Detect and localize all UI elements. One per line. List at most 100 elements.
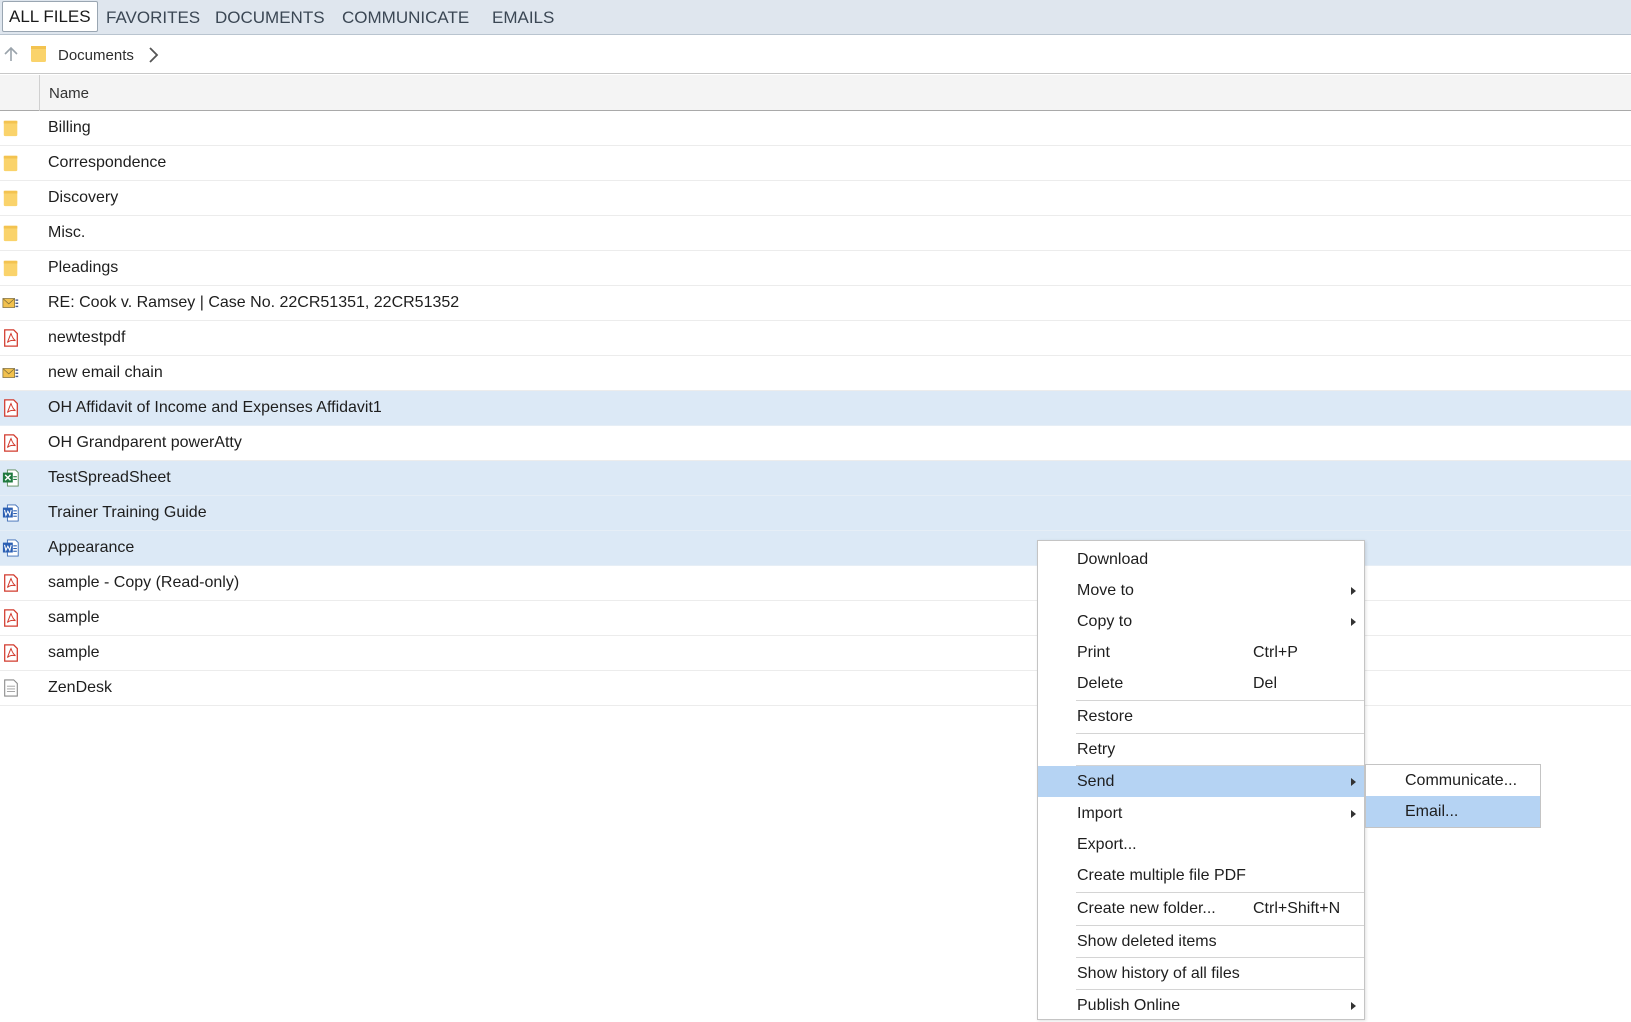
menu-item-label: Export... — [1077, 836, 1137, 853]
breadcrumb-folder-documents[interactable]: Documents — [58, 47, 134, 64]
file-row[interactable]: RE: Cook v. Ramsey | Case No. 22CR51351,… — [0, 286, 1631, 321]
file-row[interactable]: Appearance — [0, 531, 1631, 566]
email-file-icon — [2, 368, 19, 378]
menu-item-label: Show history of all files — [1077, 965, 1240, 982]
menu-item-label: Import — [1077, 805, 1123, 822]
file-row[interactable]: Pleadings — [0, 251, 1631, 286]
file-list: Billing Correspondence Discovery Misc. Plead… — [0, 111, 1631, 706]
tab-favorites[interactable]: FAVORITES — [100, 1, 206, 32]
menu-item-export[interactable]: Export... — [1038, 829, 1364, 860]
menu-shortcut: Del — [1253, 675, 1278, 692]
file-name: new email chain — [48, 364, 163, 381]
file-name: Misc. — [48, 224, 86, 241]
file-row[interactable]: Correspondence — [0, 146, 1631, 181]
file-row[interactable]: sample - Copy (Read-only) — [0, 566, 1631, 601]
menu-item-label: Email... — [1405, 803, 1459, 820]
send-submenu: Communicate... Email... — [1365, 764, 1541, 828]
menu-item-move-to[interactable]: Move to — [1038, 575, 1364, 606]
tab-communicate[interactable]: COMMUNICATE — [336, 1, 475, 32]
menu-item-label: Communicate... — [1405, 772, 1518, 789]
submenu-item-communicate[interactable]: Communicate... — [1366, 765, 1540, 796]
menu-item-label: Show deleted items — [1077, 933, 1217, 950]
folder-icon — [3, 120, 18, 137]
menu-item-restore[interactable]: Restore — [1038, 701, 1364, 732]
menu-item-copy-to[interactable]: Copy to — [1038, 606, 1364, 637]
word-file-icon — [2, 504, 19, 522]
menu-shortcut: Ctrl+P — [1253, 644, 1298, 661]
submenu-arrow-icon — [1351, 1002, 1356, 1010]
file-name: sample — [48, 609, 100, 626]
file-name: RE: Cook v. Ramsey | Case No. 22CR51351,… — [48, 294, 460, 311]
pdf-file-icon — [4, 434, 18, 452]
file-name: Appearance — [48, 539, 135, 556]
file-row[interactable]: OH Affidavit of Income and Expenses Affi… — [0, 391, 1631, 426]
folder-icon — [3, 260, 18, 277]
file-row[interactable]: Billing — [0, 111, 1631, 146]
file-name: sample - Copy (Read-only) — [48, 574, 240, 591]
chevron-right-icon[interactable] — [147, 45, 159, 65]
file-row[interactable]: TestSpreadSheet — [0, 461, 1631, 496]
file-name: TestSpreadSheet — [48, 469, 171, 486]
menu-item-create-folder[interactable]: Create new folder... Ctrl+Shift+N — [1038, 893, 1364, 924]
menu-item-label: Restore — [1077, 708, 1134, 725]
file-row[interactable]: Discovery — [0, 181, 1631, 216]
email-file-icon — [2, 298, 19, 308]
menu-item-print[interactable]: Print Ctrl+P — [1038, 637, 1364, 668]
column-header-name[interactable]: Name — [49, 85, 89, 102]
pdf-file-icon — [4, 399, 18, 417]
file-row[interactable]: ZenDesk — [0, 671, 1631, 706]
tab-documents[interactable]: DOCUMENTS — [209, 1, 331, 32]
column-divider — [39, 75, 40, 111]
menu-item-label: Copy to — [1077, 613, 1133, 630]
file-row[interactable]: new email chain — [0, 356, 1631, 391]
column-header: Name — [0, 75, 1631, 111]
menu-item-show-history[interactable]: Show history of all files — [1038, 958, 1364, 989]
folder-icon — [3, 190, 18, 207]
pdf-file-icon — [4, 329, 18, 347]
word-file-icon — [2, 539, 19, 557]
menu-item-import[interactable]: Import — [1038, 798, 1364, 829]
file-name: Trainer Training Guide — [48, 504, 207, 521]
file-name: sample — [48, 644, 100, 661]
file-name: OH Grandparent powerAtty — [48, 434, 242, 451]
file-name: OH Affidavit of Income and Expenses Affi… — [48, 399, 382, 416]
submenu-item-email[interactable]: Email... — [1366, 796, 1540, 827]
submenu-arrow-icon — [1351, 778, 1356, 786]
menu-item-label: Publish Online — [1077, 997, 1181, 1014]
tab-emails[interactable]: EMAILS — [486, 1, 560, 32]
menu-item-retry[interactable]: Retry — [1038, 734, 1364, 765]
file-row[interactable]: Trainer Training Guide — [0, 496, 1631, 531]
file-row[interactable]: sample — [0, 636, 1631, 671]
pdf-file-icon — [4, 609, 18, 627]
menu-item-send[interactable]: Send — [1038, 766, 1364, 797]
tab-bar: ALL FILES FAVORITES DOCUMENTS COMMUNICAT… — [0, 0, 1631, 35]
file-row[interactable]: OH Grandparent powerAtty — [0, 426, 1631, 461]
pdf-file-icon — [4, 644, 18, 662]
file-row[interactable]: newtestpdf — [0, 321, 1631, 356]
submenu-arrow-icon — [1351, 810, 1356, 818]
file-name: newtestpdf — [48, 329, 126, 346]
menu-item-create-pdf[interactable]: Create multiple file PDF — [1038, 860, 1364, 891]
menu-item-label: Move to — [1077, 582, 1134, 599]
breadcrumb: Documents — [0, 36, 1631, 74]
menu-item-label: Create multiple file PDF — [1077, 867, 1246, 884]
menu-shortcut: Ctrl+Shift+N — [1253, 900, 1341, 917]
menu-item-label: Create new folder... — [1077, 900, 1216, 917]
text-file-icon — [4, 679, 18, 697]
file-row[interactable]: sample — [0, 601, 1631, 636]
menu-item-show-deleted[interactable]: Show deleted items — [1038, 926, 1364, 957]
menu-item-download[interactable]: Download — [1038, 544, 1364, 575]
pdf-file-icon — [4, 574, 18, 592]
menu-item-delete[interactable]: Delete Del — [1038, 668, 1364, 699]
file-name: Pleadings — [48, 259, 119, 276]
folder-icon — [3, 155, 18, 172]
folder-icon — [31, 46, 46, 62]
tab-all-files[interactable]: ALL FILES — [2, 1, 98, 32]
menu-item-label: Delete — [1077, 675, 1124, 692]
file-name: Billing — [48, 119, 91, 136]
file-row[interactable]: Misc. — [0, 216, 1631, 251]
menu-item-publish-online[interactable]: Publish Online — [1038, 990, 1364, 1021]
up-arrow-icon[interactable] — [2, 44, 20, 64]
folder-icon — [3, 225, 18, 242]
menu-item-label: Download — [1077, 551, 1149, 568]
